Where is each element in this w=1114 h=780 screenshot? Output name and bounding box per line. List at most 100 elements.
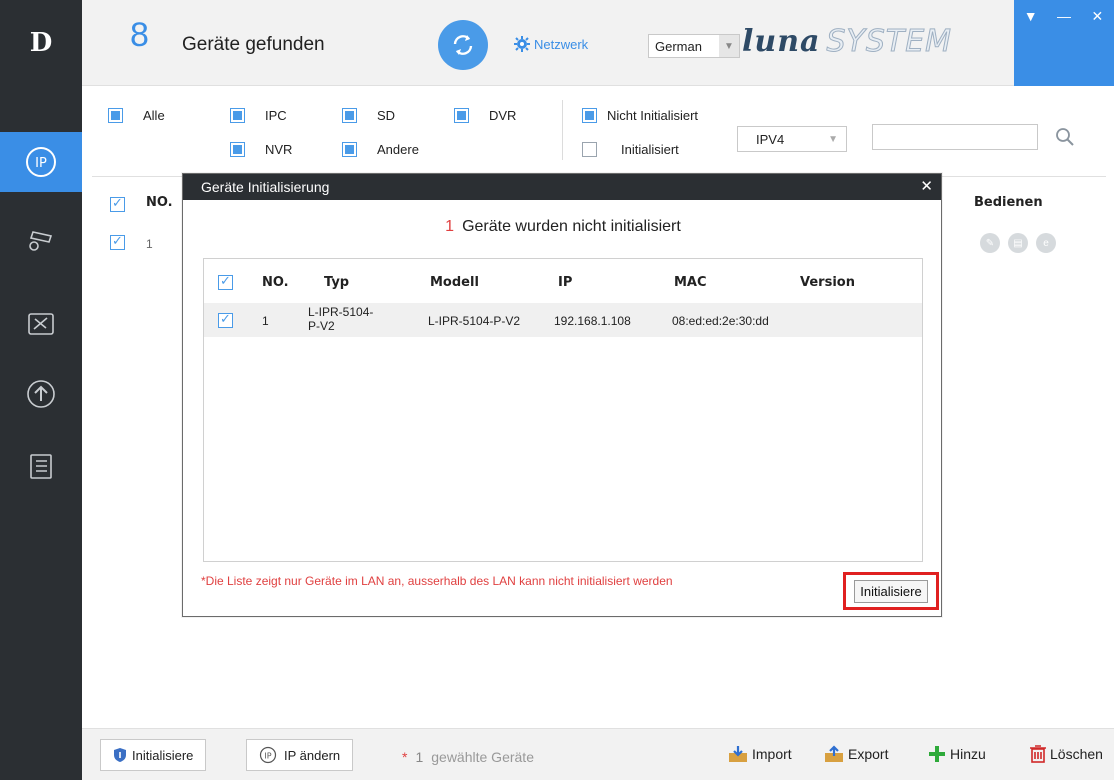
browser-icon[interactable]: e bbox=[1036, 233, 1056, 253]
devices-found-label: Geräte gefunden bbox=[182, 34, 325, 55]
filter-other[interactable]: Andere bbox=[342, 142, 419, 157]
row-mac: 08:ed:ed:2e:30:dd bbox=[672, 314, 769, 328]
minimize-icon[interactable]: — bbox=[1052, 8, 1076, 28]
details-icon[interactable]: ▤ bbox=[1008, 233, 1028, 253]
ip-edit-icon: IP bbox=[259, 746, 277, 764]
change-ip-label: IP ändern bbox=[284, 747, 341, 763]
sidebar-item-ip-search[interactable]: IP bbox=[0, 132, 82, 192]
uninitialized-count: 1 bbox=[445, 218, 455, 235]
row-type: L-IPR-5104-P-V2 bbox=[308, 305, 374, 333]
gear-icon bbox=[514, 36, 530, 52]
filter-all-checkbox[interactable] bbox=[108, 108, 123, 123]
import-icon bbox=[729, 746, 747, 762]
filter-nvr-label: NVR bbox=[265, 142, 293, 157]
ip-version-select[interactable]: IPV4 ▼ bbox=[737, 126, 847, 152]
tools-icon bbox=[28, 313, 54, 335]
network-label: Netzwerk bbox=[534, 36, 589, 52]
filter-nvr[interactable]: NVR bbox=[230, 142, 292, 157]
initialize-label: Initialisiere bbox=[132, 747, 194, 763]
app-logo: D bbox=[29, 28, 53, 58]
row-model: L-IPR-5104-P-V2 bbox=[428, 314, 521, 328]
add-label: Hinzu bbox=[950, 746, 986, 762]
svg-text:IP: IP bbox=[35, 156, 47, 171]
row-checkbox[interactable] bbox=[110, 234, 125, 250]
col-header-model: Modell bbox=[430, 275, 479, 290]
language-select[interactable]: German ▼ bbox=[648, 34, 740, 58]
uninitialized-text: Geräte wurden nicht initialisiert bbox=[462, 218, 681, 235]
filter-initialized[interactable]: Initialisiert bbox=[582, 142, 679, 157]
filter-ipc-label: IPC bbox=[265, 108, 287, 123]
change-ip-button[interactable]: IP IP ändern bbox=[246, 739, 354, 771]
filter-all-label: Alle bbox=[143, 108, 165, 123]
filter-nvr-checkbox[interactable] bbox=[230, 142, 245, 157]
search-button[interactable] bbox=[1054, 126, 1076, 148]
ip-version-value: IPV4 bbox=[756, 131, 785, 147]
filter-ipc[interactable]: IPC bbox=[230, 108, 287, 123]
bottom-toolbar: Initialisiere IP IP ändern * 1 gewählte Ge… bbox=[82, 728, 1114, 780]
close-icon[interactable]: ✕ bbox=[1085, 8, 1109, 28]
refresh-button[interactable] bbox=[438, 20, 488, 70]
filter-sd[interactable]: SD bbox=[342, 108, 395, 123]
export-button[interactable]: Export bbox=[824, 745, 888, 763]
menu-dropdown-icon[interactable]: ▼ bbox=[1019, 8, 1043, 28]
sidebar: D IP bbox=[0, 0, 82, 780]
row-checkbox[interactable] bbox=[218, 312, 233, 328]
brand-system: SYSTEM bbox=[826, 24, 953, 60]
brand-logo: luna SYSTEM bbox=[742, 24, 953, 60]
sidebar-item-documents[interactable] bbox=[0, 436, 82, 496]
filter-sd-checkbox[interactable] bbox=[342, 108, 357, 123]
search-input[interactable] bbox=[872, 124, 1038, 150]
filter-initialized-checkbox[interactable] bbox=[582, 142, 597, 157]
document-icon bbox=[30, 454, 52, 479]
filter-other-checkbox[interactable] bbox=[342, 142, 357, 157]
network-settings-link[interactable]: Netzwerk bbox=[514, 36, 588, 52]
window-controls: ▼ — ✕ bbox=[1014, 0, 1114, 86]
export-label: Export bbox=[848, 746, 889, 762]
upload-icon bbox=[27, 380, 55, 408]
brand-luna: luna bbox=[742, 24, 821, 59]
sidebar-item-tools[interactable] bbox=[0, 294, 82, 354]
col-header-no: NO. bbox=[262, 275, 289, 290]
table-row[interactable]: 1 L-IPR-5104-P-V2 L-IPR-5104-P-V2 192.16… bbox=[204, 303, 922, 337]
filter-not-initialized-label: Nicht Initialisiert bbox=[607, 108, 699, 123]
filter-not-initialized-checkbox[interactable] bbox=[582, 108, 597, 123]
row-operations: ✎ ▤ e bbox=[980, 233, 1056, 253]
filter-ipc-checkbox[interactable] bbox=[230, 108, 245, 123]
delete-label: Löschen bbox=[1050, 746, 1103, 762]
filter-sd-label: SD bbox=[377, 108, 396, 123]
filter-other-label: Andere bbox=[377, 142, 419, 157]
export-icon bbox=[825, 745, 843, 762]
import-button[interactable]: Import bbox=[728, 745, 792, 763]
filter-initialized-label: Initialisiert bbox=[621, 142, 679, 157]
device-count: 8 bbox=[130, 16, 149, 54]
filter-dvr[interactable]: DVR bbox=[454, 108, 516, 123]
uninitialized-device-table: NO. Typ Modell IP MAC Version 1 L-IPR-51… bbox=[203, 258, 923, 562]
initialize-button[interactable]: Initialisiere bbox=[100, 739, 207, 771]
close-icon[interactable]: ✕ bbox=[920, 177, 933, 195]
filter-divider bbox=[562, 100, 563, 160]
add-button[interactable]: Hinzu bbox=[928, 745, 986, 763]
filter-dvr-checkbox[interactable] bbox=[454, 108, 469, 123]
refresh-icon bbox=[453, 35, 473, 55]
language-value: German bbox=[655, 38, 702, 54]
selected-star: * bbox=[402, 749, 408, 765]
filter-bar: Alle IPC SD DVR NVR Andere Nicht Initial… bbox=[82, 86, 1114, 176]
import-label: Import bbox=[752, 746, 792, 762]
select-all-checkbox[interactable] bbox=[110, 196, 125, 212]
filter-not-initialized[interactable]: Nicht Initialisiert bbox=[582, 108, 698, 123]
edit-icon[interactable]: ✎ bbox=[980, 233, 1000, 253]
dialog-subtitle: 1 Geräte wurden nicht initialisiert bbox=[183, 218, 943, 236]
dialog-select-all-checkbox[interactable] bbox=[218, 274, 233, 290]
sidebar-item-camera-config[interactable] bbox=[0, 208, 82, 268]
row-no: 1 bbox=[146, 237, 153, 251]
header: 8 Geräte gefunden Netzwerk German ▼ luna… bbox=[82, 0, 1114, 86]
chevron-down-icon: ▼ bbox=[828, 133, 838, 145]
trash-icon bbox=[1030, 745, 1046, 763]
delete-button[interactable]: Löschen bbox=[1030, 745, 1103, 763]
sidebar-item-upgrade[interactable] bbox=[0, 364, 82, 424]
filter-all[interactable]: Alle bbox=[108, 108, 165, 123]
col-header-ip: IP bbox=[558, 275, 573, 290]
camera-settings-icon bbox=[29, 231, 53, 251]
dialog-initialize-button[interactable]: Initialisiere bbox=[854, 579, 928, 603]
initialize-highlight: Initialisiere bbox=[843, 572, 939, 610]
